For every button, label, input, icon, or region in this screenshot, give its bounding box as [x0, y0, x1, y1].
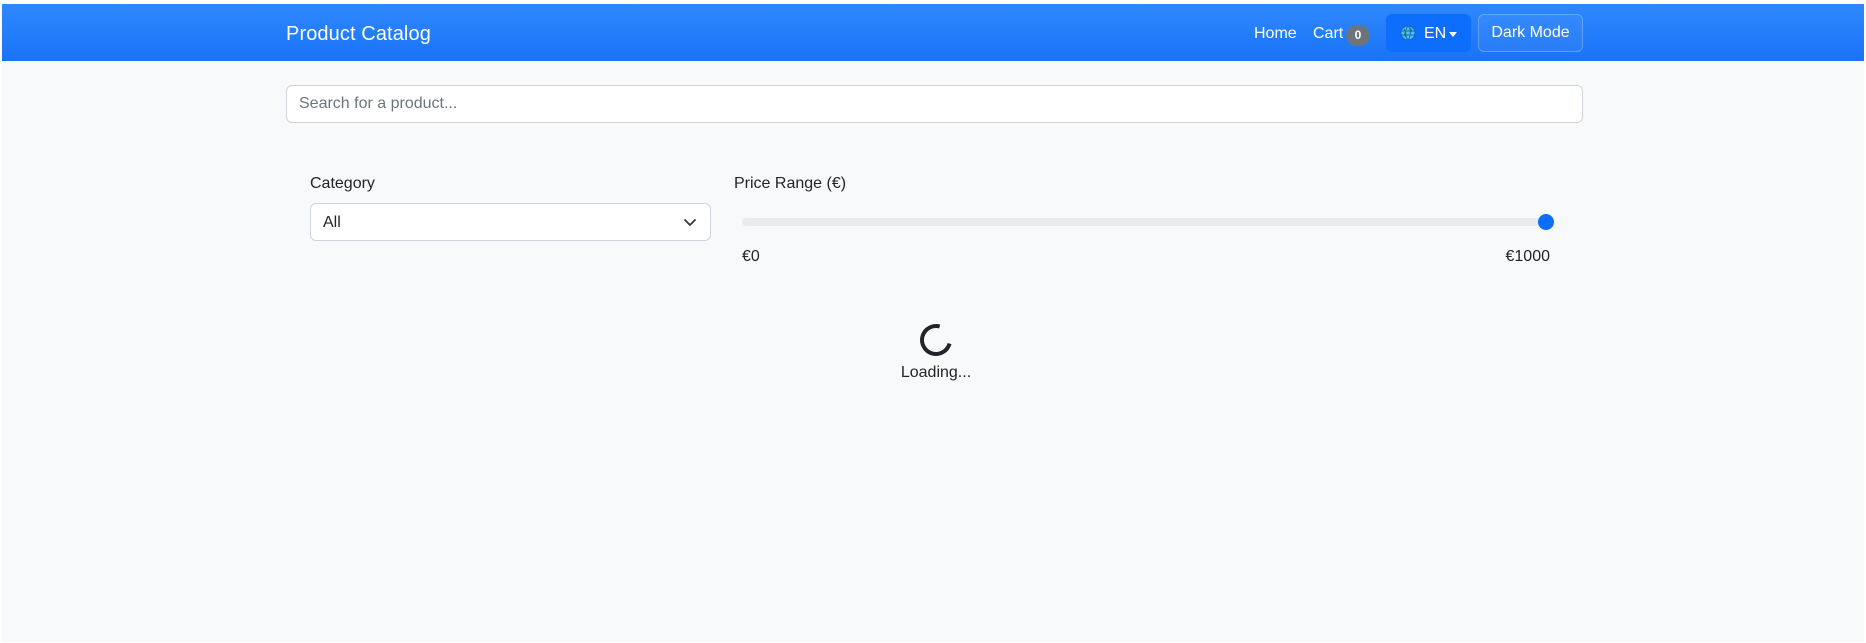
category-label: Category: [310, 175, 375, 192]
category-select[interactable]: All: [310, 203, 711, 241]
chevron-down-icon: [684, 219, 696, 226]
language-label: EN: [1424, 25, 1447, 42]
price-range-thumb[interactable]: [1538, 214, 1554, 230]
cart-count-badge: 0: [1346, 25, 1370, 46]
category-selected-value: All: [323, 214, 341, 231]
spinner-icon: [914, 318, 958, 362]
dark-mode-button[interactable]: Dark Mode: [1478, 14, 1583, 52]
brand-title[interactable]: Product Catalog: [286, 23, 431, 46]
globe-icon: [1400, 25, 1416, 41]
price-range-label: Price Range (€): [734, 175, 847, 192]
nav-cart-link[interactable]: Cart: [1313, 25, 1343, 43]
price-max-label: €1000: [1505, 248, 1551, 265]
nav-home-link[interactable]: Home: [1254, 25, 1297, 43]
navbar: Product Catalog Home Cart 0 EN Dark Mode: [2, 4, 1864, 61]
search-input[interactable]: [286, 85, 1583, 123]
price-range-slider[interactable]: [742, 218, 1550, 226]
loading-text: Loading...: [900, 364, 972, 381]
language-dropdown-button[interactable]: EN: [1386, 14, 1471, 52]
caret-down-icon: [1449, 32, 1457, 37]
price-min-label: €0: [742, 248, 760, 265]
app-root: Product Catalog Home Cart 0 EN Dark Mode…: [2, 4, 1864, 642]
